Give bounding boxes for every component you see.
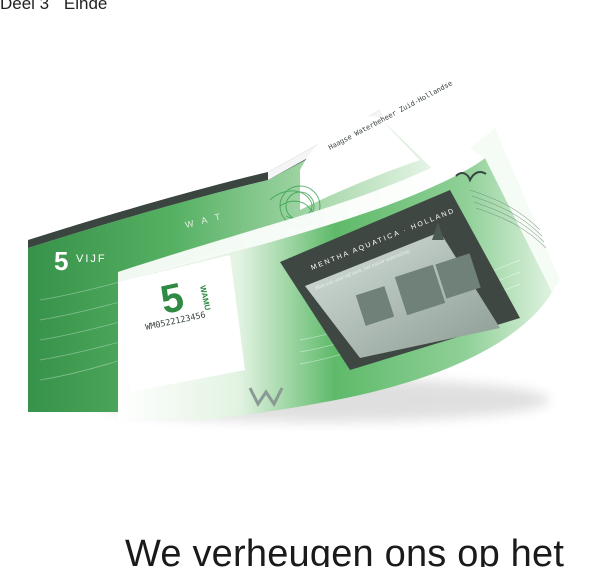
back-value-word: VIJF: [76, 253, 107, 265]
back-value: 5: [54, 246, 68, 276]
banknote-illustration: 5 VIJF W A T Haagse Waterbeheer Zuid-Hol…: [28, 79, 560, 422]
page: Deel 3 Einde 5 VIJF W A T Haagse Waterbe…: [0, 0, 598, 567]
page-headline: We verheugen ons op het: [125, 533, 565, 567]
